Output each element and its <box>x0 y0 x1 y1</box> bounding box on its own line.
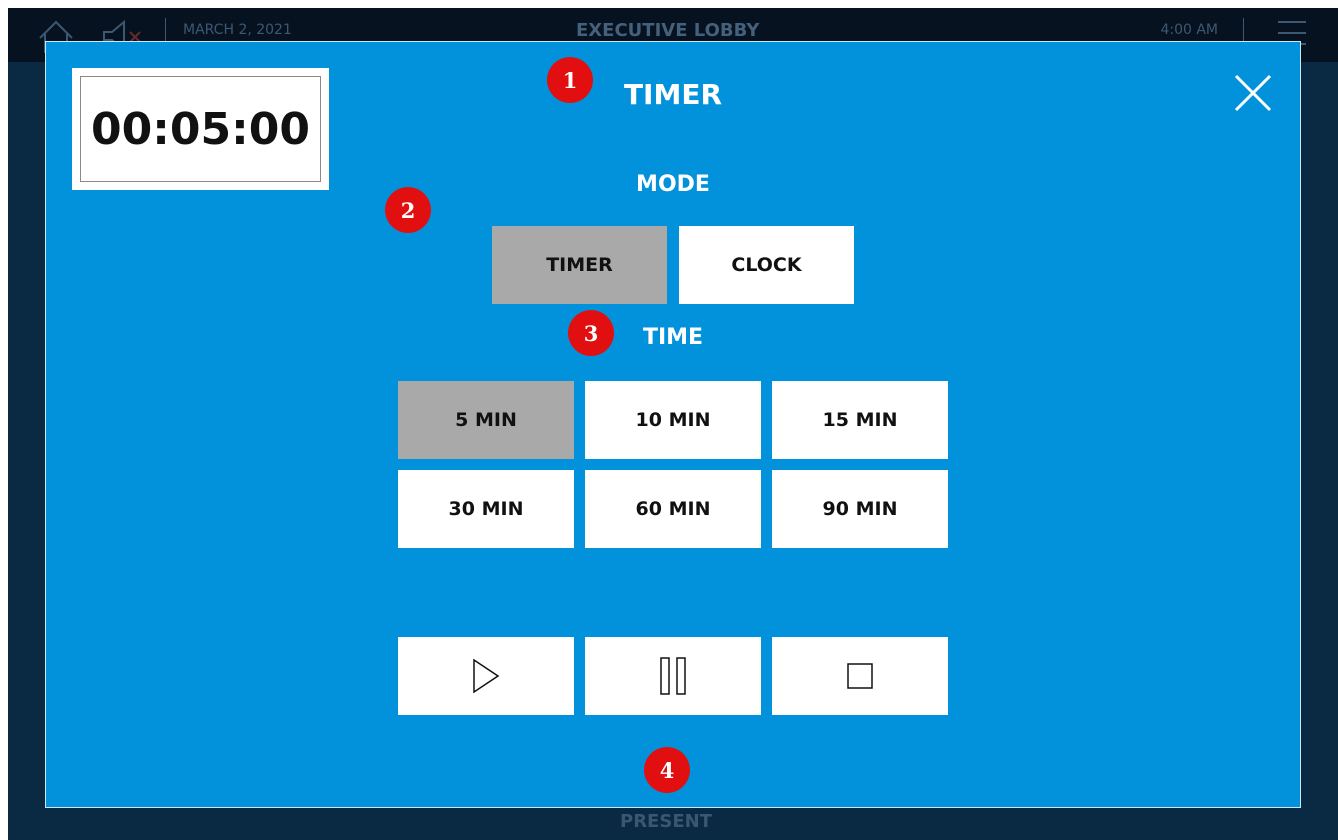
room-name: EXECUTIVE LOBBY <box>576 20 760 41</box>
annotation-badge-3: 3 <box>568 310 614 356</box>
time-10-min-button[interactable]: 10 MIN <box>585 381 761 459</box>
mode-heading: MODE <box>636 172 710 197</box>
app-frame: MARCH 2, 2021 EXECUTIVE LOBBY 4:00 AM PR… <box>8 8 1338 840</box>
stop-button[interactable] <box>772 637 948 715</box>
annotation-badge-4: 4 <box>644 747 690 793</box>
mode-timer-button[interactable]: TIMER <box>492 226 667 304</box>
modal-title: TIMER <box>623 78 723 111</box>
time-5-min-button[interactable]: 5 MIN <box>398 381 574 459</box>
close-icon[interactable] <box>1230 70 1276 116</box>
stop-icon <box>847 663 873 689</box>
play-icon <box>473 658 500 694</box>
annotation-badge-2: 2 <box>385 187 431 233</box>
time-90-min-button[interactable]: 90 MIN <box>772 470 948 548</box>
date-label: MARCH 2, 2021 <box>183 22 292 38</box>
time-15-min-button[interactable]: 15 MIN <box>772 381 948 459</box>
play-button[interactable] <box>398 637 574 715</box>
timer-modal: 00:05:00 TIMER MODE TIMER CLOCK TIME 5 M… <box>45 41 1301 808</box>
time-label: 4:00 AM <box>1160 22 1218 38</box>
pause-icon <box>660 657 686 695</box>
present-button[interactable]: PRESENT <box>620 811 712 832</box>
annotation-badge-1: 1 <box>547 57 593 103</box>
time-30-min-button[interactable]: 30 MIN <box>398 470 574 548</box>
time-heading: TIME <box>642 325 704 350</box>
time-60-min-button[interactable]: 60 MIN <box>585 470 761 548</box>
pause-button[interactable] <box>585 637 761 715</box>
mode-clock-button[interactable]: CLOCK <box>679 226 854 304</box>
